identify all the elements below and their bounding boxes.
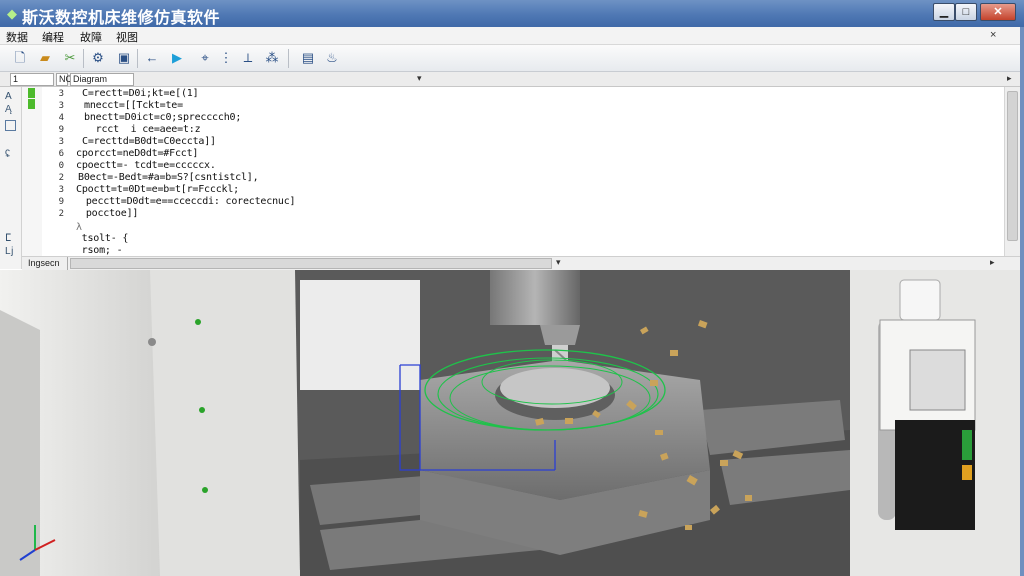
- code-line: rsom; -: [70, 245, 123, 256]
- code-line: pocctoe]]: [80, 208, 139, 219]
- left-side-panel: [150, 270, 300, 576]
- pendant-warning-light: [962, 465, 972, 480]
- machine-3d-scene: [0, 270, 1020, 576]
- spindle-nose: [540, 325, 580, 345]
- code-line: pecctt=D0dt=e==cceccdi: corectecnuc]: [80, 196, 296, 207]
- app-icon: ◆: [7, 6, 17, 21]
- scroll-arrow-icon[interactable]: ▾: [556, 257, 561, 268]
- mode-tab[interactable]: Ingsecn: [26, 257, 68, 270]
- line-number: 9: [58, 125, 64, 135]
- diagram-tab[interactable]: Diagram: [70, 73, 134, 86]
- menu-program[interactable]: 编程: [42, 29, 64, 45]
- line-number: 3: [58, 185, 64, 195]
- probe-icon[interactable]: ⋮: [216, 48, 236, 68]
- title-bar: ◆ 斯沃数控机床维修仿真软件 ▁ □ ✕: [0, 0, 1024, 27]
- line-numbers: 3 3 4 9 3 6 0 2 3 9 2: [42, 87, 66, 256]
- maximize-button[interactable]: □: [955, 3, 977, 21]
- code-line: rcct i ce=aee=t:z: [84, 124, 201, 135]
- code-line: mnecct=[[Tckt=te=: [84, 100, 183, 111]
- line-number: 2: [58, 209, 64, 219]
- back-arrow-icon[interactable]: ←: [142, 48, 162, 68]
- nc-code-editor[interactable]: A Ą ʢ ⵎ ǈ 3 3 4 9 3 6 0 2 3 9 2 C=rectt=…: [0, 87, 1020, 269]
- code-line: C=rectt=D0i;kt=e[(1]: [82, 88, 199, 99]
- code-line: bnectt=D0ict=c0;sprecccch0;: [84, 112, 242, 123]
- mode-field[interactable]: NC: [56, 73, 72, 86]
- breakpoint-marker: [28, 88, 35, 98]
- line-number: 3: [58, 137, 64, 147]
- code-line: B0ect=-Bedt=#a=b=S?[csntistcl],: [78, 172, 259, 183]
- toolbar-separator: [83, 49, 84, 68]
- interior-window: [300, 280, 420, 390]
- tool-setup-icon[interactable]: ⌖: [195, 48, 215, 68]
- light-tower: [899, 279, 941, 321]
- toolbar-separator: [288, 49, 289, 68]
- mdi-close-icon[interactable]: ×: [990, 29, 996, 41]
- breakpoint-marker: [28, 99, 35, 109]
- frame-icon[interactable]: [5, 120, 16, 131]
- panel-buttons: [909, 349, 966, 411]
- expand-icon[interactable]: ⵎ: [5, 233, 11, 244]
- collapse-icon[interactable]: ǈ: [5, 246, 13, 257]
- line-number: 6: [58, 149, 64, 159]
- measure-icon[interactable]: ⟂: [238, 48, 258, 68]
- menu-data[interactable]: 数据: [6, 29, 28, 45]
- menu-bar: 数据 编程 故障 视图 ×: [0, 27, 1024, 45]
- save-icon[interactable]: ▤: [298, 48, 318, 68]
- line-number: 0: [58, 161, 64, 171]
- scroll-right-icon[interactable]: ▸: [990, 257, 995, 268]
- line-number: 3: [58, 89, 64, 99]
- chevron-right-icon[interactable]: ▸: [1007, 73, 1012, 84]
- settings-icon[interactable]: ▣: [114, 48, 134, 68]
- editor-tab-strip: 1 NC Diagram ▾ ▸: [0, 72, 1020, 87]
- path-icon[interactable]: ⁂: [262, 48, 282, 68]
- code-line: cporcct=neD0dt=#Fcct]: [76, 148, 199, 159]
- line-number: 4: [58, 113, 64, 123]
- editor-side-panel: A Ą ʢ ⵎ ǈ: [0, 87, 22, 269]
- pocket-floor: [500, 368, 610, 408]
- status-led: [199, 407, 205, 413]
- editor-bottom-bar: Ingsecn ▾ ▸: [22, 256, 1020, 270]
- menu-fault[interactable]: 故障: [80, 29, 102, 45]
- open-folder-icon[interactable]: ▰: [35, 48, 55, 68]
- status-led: [202, 487, 208, 493]
- bolt: [148, 338, 156, 346]
- code-line: C=recttd=B0dt=C0eccta]]: [82, 136, 216, 147]
- line-number: 2: [58, 173, 64, 183]
- menu-view[interactable]: 视图: [116, 29, 138, 45]
- dropdown-arrow-icon[interactable]: ▾: [417, 73, 422, 84]
- minimize-button[interactable]: ▁: [933, 3, 955, 21]
- coolant-icon[interactable]: ♨: [322, 48, 342, 68]
- close-button[interactable]: ✕: [980, 3, 1016, 21]
- scrollbar-thumb[interactable]: [1007, 91, 1018, 241]
- code-line: Cpoctt=t=0Dt=e=b=t[r=Fccckl;: [76, 184, 239, 195]
- arrow-up-icon[interactable]: Ą: [5, 104, 12, 115]
- cursor-icon[interactable]: A: [5, 91, 12, 102]
- horizontal-scrollbar[interactable]: [70, 258, 552, 269]
- bookmark-gutter: [22, 87, 42, 256]
- app-window: ◆ 斯沃数控机床维修仿真软件 ▁ □ ✕ 数据 编程 故障 视图 × 🗋 ▰ ✂…: [0, 0, 1024, 576]
- line-field[interactable]: 1: [10, 73, 54, 86]
- spindle-head: [490, 270, 580, 325]
- new-file-icon[interactable]: 🗋: [10, 48, 30, 68]
- window-title: 斯沃数控机床维修仿真软件: [22, 8, 221, 27]
- bracket-icon[interactable]: ʢ: [5, 149, 10, 160]
- window-border: [1020, 27, 1024, 576]
- toolbar: 🗋 ▰ ✂ ⚙ ▣ ← ▶ ⌖ ⋮ ⟂ ⁂ ▤ ♨: [0, 45, 1024, 72]
- cut-icon[interactable]: ✂: [60, 48, 80, 68]
- machine-simulation-viewport[interactable]: [0, 270, 1020, 576]
- code-line: λ: [76, 222, 82, 233]
- run-icon[interactable]: ▶: [167, 48, 187, 68]
- pendant-status-light: [962, 430, 972, 460]
- code-line: cpoectt=- tcdt=e=cccccx.: [76, 160, 216, 171]
- code-line: tsolt- {: [70, 233, 129, 244]
- gear-icon[interactable]: ⚙: [88, 48, 108, 68]
- vertical-scrollbar[interactable]: [1004, 87, 1020, 256]
- toolbar-separator: [137, 49, 138, 68]
- line-number: 9: [58, 197, 64, 207]
- line-number: 3: [58, 101, 64, 111]
- status-led: [195, 319, 201, 325]
